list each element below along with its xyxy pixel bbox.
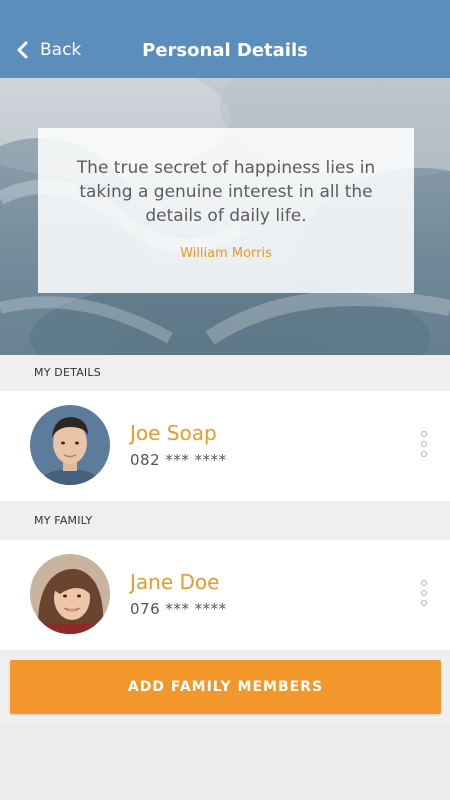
person-name: Jane Doe <box>130 570 220 594</box>
male-avatar-image <box>30 405 110 485</box>
avatar <box>30 554 110 634</box>
quote-author: William Morris <box>180 246 272 261</box>
person-phone: 082 *** **** <box>130 451 227 469</box>
add-family-members-button[interactable]: ADD FAMILY MEMBERS <box>10 660 441 714</box>
family-member-row[interactable]: Jane Doe 076 *** **** <box>0 540 450 650</box>
quote-card: The true secret of happiness lies in tak… <box>38 128 414 293</box>
avatar <box>30 405 110 485</box>
more-icon-dot <box>421 590 427 596</box>
female-avatar-image <box>30 554 110 634</box>
more-options-button[interactable] <box>414 580 434 606</box>
person-phone: 076 *** **** <box>130 600 227 618</box>
section-label-my-family: MY FAMILY <box>0 503 450 539</box>
quote-text: The true secret of happiness lies in tak… <box>76 158 376 226</box>
more-icon-dot <box>421 441 427 447</box>
quote-banner: The true secret of happiness lies in tak… <box>0 78 450 355</box>
more-options-button[interactable] <box>414 431 434 457</box>
person-name: Joe Soap <box>130 421 217 445</box>
section-label-my-details: MY DETAILS <box>0 355 450 391</box>
more-icon-dot <box>421 600 427 606</box>
more-icon-dot <box>421 451 427 457</box>
more-icon-dot <box>421 580 427 586</box>
my-details-row[interactable]: Joe Soap 082 *** **** <box>0 391 450 501</box>
more-icon-dot <box>421 431 427 437</box>
footer-area <box>0 724 450 800</box>
page-title: Personal Details <box>142 40 308 61</box>
